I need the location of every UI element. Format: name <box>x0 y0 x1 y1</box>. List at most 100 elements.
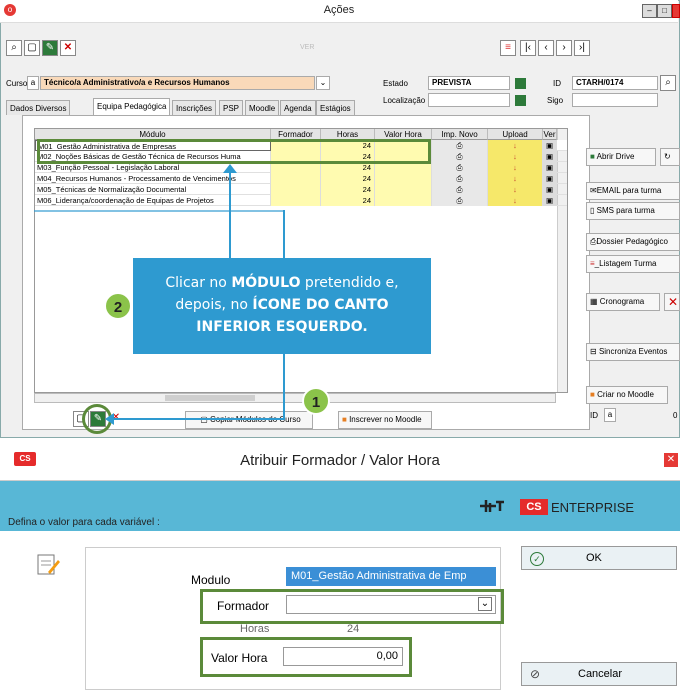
curso-lookup-icon[interactable]: a <box>27 76 39 90</box>
callout-text-1c: pretendido e, <box>300 275 399 291</box>
tab-equipa-pedagogica[interactable]: Equipa Pedagógica <box>93 98 171 115</box>
table-row[interactable]: M05_Técnicas de Normalização Documental 2… <box>35 184 567 195</box>
sincroniza-label: Sincroniza Eventos <box>598 347 668 356</box>
view-icon[interactable]: ▣ <box>543 140 557 151</box>
new-doc-icon[interactable]: ▢ <box>24 40 40 56</box>
col-header-ver[interactable]: Ver <box>543 129 557 140</box>
dossier-button[interactable]: ⎙Dossier Pedagógico <box>586 233 680 251</box>
view-icon[interactable]: ▣ <box>543 184 557 195</box>
cell-modulo[interactable]: M06_Liderança/coordenação de Equipas de … <box>35 195 271 206</box>
cronograma-button[interactable]: ▦ Cronograma <box>586 293 660 311</box>
toolbar-ver-label: VER <box>300 44 315 51</box>
next-record-icon[interactable]: › <box>556 40 572 56</box>
cell-valor-hora[interactable] <box>375 184 432 195</box>
cell-horas[interactable]: 24 <box>321 184 375 195</box>
cronograma-label: Cronograma <box>599 297 645 306</box>
formador-chevron-down-icon[interactable]: ⌄ <box>478 597 492 611</box>
last-record-icon[interactable]: ›| <box>574 40 590 56</box>
tab-agenda[interactable]: Agenda <box>280 100 316 115</box>
first-record-icon[interactable]: |‹ <box>520 40 536 56</box>
formador-select[interactable] <box>286 595 496 614</box>
view-icon[interactable]: ▣ <box>543 151 557 162</box>
sms-turma-button[interactable]: ▯ SMS para turma <box>586 202 680 220</box>
window-title: Ações <box>323 4 355 16</box>
view-icon[interactable]: ▣ <box>543 173 557 184</box>
ok-label: OK <box>586 552 602 564</box>
upload-icon[interactable]: ↓ <box>488 151 543 162</box>
table-row[interactable]: M06_Liderança/coordenação de Equipas de … <box>35 195 567 206</box>
horizontal-scrollbar[interactable] <box>34 393 556 403</box>
minimize-button[interactable]: – <box>642 4 657 18</box>
jhc-logo-icon <box>480 500 504 512</box>
table-row[interactable]: M04_Recursos Humanos - Processamento de … <box>35 173 567 184</box>
close-button[interactable] <box>672 4 680 18</box>
upload-icon[interactable]: ↓ <box>488 162 543 173</box>
cell-horas[interactable]: 24 <box>321 173 375 184</box>
id-field[interactable]: CTARH/0174 <box>572 76 658 90</box>
maximize-button[interactable]: □ <box>657 4 672 18</box>
estado-field[interactable]: PREVISTA <box>428 76 510 90</box>
ok-button[interactable]: ✓ OK <box>521 546 677 570</box>
abrir-drive-button[interactable]: ■ Abrir Drive <box>586 148 656 166</box>
print-icon[interactable]: ⎙ <box>432 151 488 162</box>
upload-icon[interactable]: ↓ <box>488 195 543 206</box>
copiar-modulos-button[interactable]: ▢ Copiar Módulos do Curso <box>185 411 313 429</box>
sms-turma-label: SMS para turma <box>596 206 655 215</box>
tab-inscricoes[interactable]: Inscrições <box>172 100 217 115</box>
col-header-upload[interactable]: Upload <box>488 129 543 140</box>
moodle-id-lookup[interactable]: a <box>604 408 616 422</box>
cell-formador[interactable] <box>271 184 321 195</box>
list-icon[interactable]: ≡ <box>500 40 516 56</box>
chevron-down-icon[interactable]: ⌄ <box>316 76 330 90</box>
refresh-button[interactable]: ↻ <box>660 148 680 166</box>
cell-modulo[interactable]: M04_Recursos Humanos - Processamento de … <box>35 173 271 184</box>
modulo-field[interactable]: M01_Gestão Administrativa de Emp <box>286 567 496 586</box>
col-header-imp-novo[interactable]: Imp. Novo <box>432 129 488 140</box>
connector-line-bottom <box>112 418 284 420</box>
close-red-icon: ✕ <box>668 295 679 309</box>
upload-icon[interactable]: ↓ <box>488 140 543 151</box>
estado-edit-icon[interactable] <box>515 78 526 89</box>
listagem-turma-button[interactable]: ≡_Listagem Turma <box>586 255 680 273</box>
search-id-icon[interactable]: ⌕ <box>660 75 676 91</box>
email-turma-button[interactable]: ✉EMAIL para turma <box>586 182 680 200</box>
cell-horas[interactable]: 24 <box>321 195 375 206</box>
tab-psp[interactable]: PSP <box>219 100 244 115</box>
step-1-badge: 1 <box>302 387 330 415</box>
upload-icon[interactable]: ↓ <box>488 173 543 184</box>
valor-hora-field[interactable]: 0,00 <box>283 647 403 666</box>
localizacao-field[interactable] <box>428 93 510 107</box>
print-icon[interactable]: ⎙ <box>432 162 488 173</box>
edit-icon[interactable]: ✎ <box>42 40 58 56</box>
print-icon[interactable]: ⎙ <box>432 140 488 151</box>
view-icon[interactable]: ▣ <box>543 195 557 206</box>
localizacao-edit-icon[interactable] <box>515 95 526 106</box>
search-icon[interactable]: ⌕ <box>6 40 22 56</box>
curso-field[interactable]: Técnico/a Administrativo/a e Recursos Hu… <box>40 76 315 90</box>
remove-button[interactable]: ✕ <box>664 293 680 311</box>
view-icon[interactable]: ▣ <box>543 162 557 173</box>
cell-formador[interactable] <box>271 173 321 184</box>
sigo-label: Sigo <box>547 96 564 105</box>
cell-valor-hora[interactable] <box>375 195 432 206</box>
tab-moodle[interactable]: Moodle <box>245 100 280 115</box>
tab-dados-diversos[interactable]: Dados Diversos <box>6 100 71 115</box>
inscrever-moodle-button[interactable]: ■ Inscrever no Moodle <box>338 411 432 429</box>
criar-moodle-button[interactable]: ■ Criar no Moodle <box>586 386 668 404</box>
sigo-field[interactable] <box>572 93 658 107</box>
sincroniza-eventos-button[interactable]: ⊟ Sincroniza Eventos <box>586 343 680 361</box>
prev-record-icon[interactable]: ‹ <box>538 40 554 56</box>
callout-text-1a: Clicar no <box>165 275 232 291</box>
print-icon[interactable]: ⎙ <box>432 184 488 195</box>
delete-icon[interactable]: ✕ <box>60 40 76 56</box>
scroll-thumb[interactable] <box>165 395 255 401</box>
cell-modulo[interactable]: M05_Técnicas de Normalização Documental <box>35 184 271 195</box>
cell-valor-hora[interactable] <box>375 173 432 184</box>
print-icon[interactable]: ⎙ <box>432 173 488 184</box>
cancel-button[interactable]: ⊘ Cancelar <box>521 662 677 686</box>
upload-icon[interactable]: ↓ <box>488 184 543 195</box>
cell-formador[interactable] <box>271 195 321 206</box>
dialog-close-button[interactable]: ✕ <box>664 453 678 467</box>
tab-estagios[interactable]: Estágios <box>316 100 355 115</box>
print-icon[interactable]: ⎙ <box>432 195 488 206</box>
